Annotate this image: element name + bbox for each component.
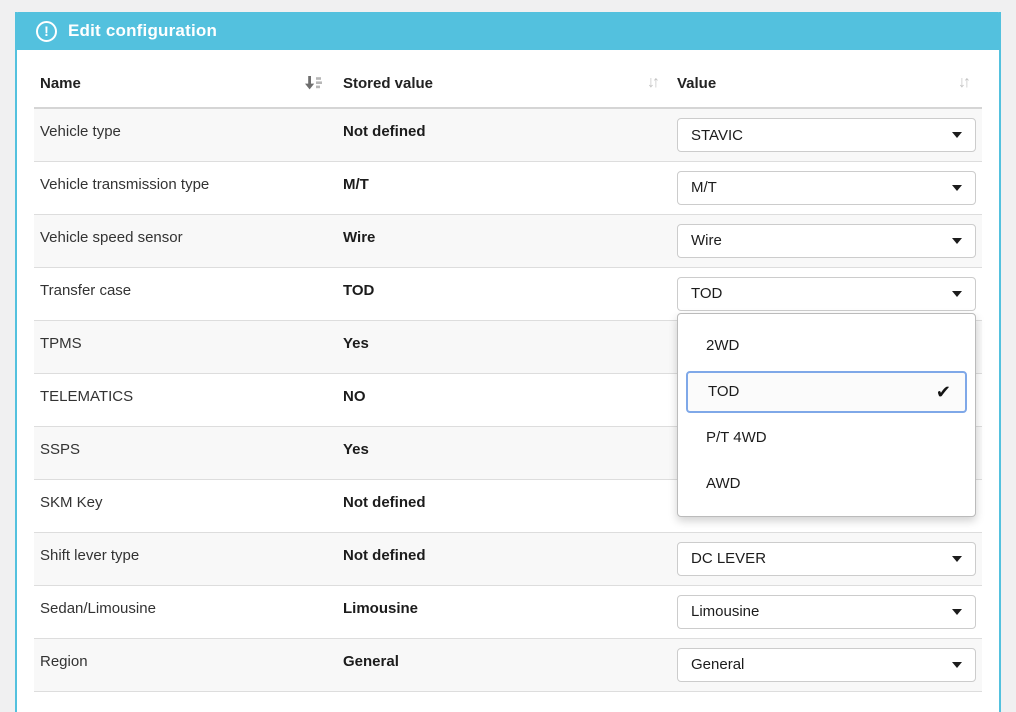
dropdown-option-label: AWD bbox=[706, 475, 740, 492]
row-name: Vehicle type bbox=[34, 108, 337, 161]
row-stored-value: Not defined bbox=[337, 108, 671, 161]
dropdown-option[interactable]: TOD ✔ bbox=[686, 371, 967, 413]
table-row: Region General General bbox=[34, 638, 982, 691]
row-value-cell: STAVIC bbox=[671, 108, 982, 161]
table-row: Sedan/Limousine Limousine Limousine bbox=[34, 585, 982, 638]
chevron-down-icon bbox=[952, 662, 962, 668]
column-label: Name bbox=[40, 75, 81, 92]
value-select[interactable]: STAVIC bbox=[677, 118, 976, 152]
row-stored-value: TOD bbox=[337, 267, 671, 320]
dropdown-option-label: P/T 4WD bbox=[706, 429, 767, 446]
panel-titlebar: ! Edit configuration bbox=[15, 12, 1001, 50]
row-stored-value: Wire bbox=[337, 214, 671, 267]
value-select-label: TOD bbox=[691, 285, 722, 302]
column-header-name[interactable]: Name bbox=[34, 50, 337, 108]
page-title: Edit configuration bbox=[68, 21, 217, 41]
table-row: Vehicle speed sensor Wire Wire bbox=[34, 214, 982, 267]
edit-configuration-panel: ! Edit configuration Name bbox=[15, 12, 1001, 712]
dropdown-option[interactable]: P/T 4WD bbox=[678, 415, 975, 461]
row-name: SKM Key bbox=[34, 479, 337, 532]
table-container: Name Sto bbox=[17, 50, 999, 692]
row-stored-value: Yes bbox=[337, 320, 671, 373]
column-header-value[interactable]: Value ↓↑ bbox=[671, 50, 982, 108]
chevron-down-icon bbox=[952, 132, 962, 138]
sort-unsorted-icon: ↓↑ bbox=[647, 74, 657, 92]
config-table-body: Vehicle type Not defined STAVIC Vehicle … bbox=[34, 108, 982, 691]
row-value-cell: Wire bbox=[671, 214, 982, 267]
dropdown-option[interactable]: 2WD bbox=[678, 323, 975, 369]
row-value-cell: General bbox=[671, 638, 982, 691]
exclamation-circle-icon: ! bbox=[36, 21, 57, 42]
row-name: Vehicle transmission type bbox=[34, 161, 337, 214]
row-name: Shift lever type bbox=[34, 532, 337, 585]
row-stored-value: Limousine bbox=[337, 585, 671, 638]
chevron-down-icon bbox=[952, 238, 962, 244]
row-name: Transfer case bbox=[34, 267, 337, 320]
configuration-table: Name Sto bbox=[34, 50, 982, 692]
chevron-down-icon bbox=[952, 556, 962, 562]
dropdown-option[interactable]: AWD bbox=[678, 461, 975, 507]
value-select[interactable]: General bbox=[677, 648, 976, 682]
chevron-down-icon bbox=[952, 291, 962, 297]
row-name: Region bbox=[34, 638, 337, 691]
dropdown-option-label: 2WD bbox=[706, 337, 739, 354]
row-value-cell: Limousine bbox=[671, 585, 982, 638]
value-select[interactable]: DC LEVER bbox=[677, 542, 976, 576]
row-value-cell: DC LEVER bbox=[671, 532, 982, 585]
row-name: Vehicle speed sensor bbox=[34, 214, 337, 267]
value-select-label: Limousine bbox=[691, 603, 759, 620]
value-select-label: M/T bbox=[691, 179, 717, 196]
row-value-cell: TOD 2WDTOD✔P/T 4WDAWD bbox=[671, 267, 982, 320]
row-stored-value: Not defined bbox=[337, 532, 671, 585]
row-stored-value: NO bbox=[337, 373, 671, 426]
value-select[interactable]: Wire bbox=[677, 224, 976, 258]
column-header-stored-value[interactable]: Stored value ↓↑ bbox=[337, 50, 671, 108]
value-select-label: DC LEVER bbox=[691, 550, 766, 567]
column-label: Stored value bbox=[343, 75, 433, 92]
dropdown-option-label: TOD bbox=[708, 383, 739, 400]
table-row: Vehicle transmission type M/T M/T bbox=[34, 161, 982, 214]
value-select[interactable]: Limousine bbox=[677, 595, 976, 629]
value-select-label: STAVIC bbox=[691, 127, 743, 144]
dropdown-menu: 2WD TOD ✔ P/T 4WD AWD bbox=[677, 313, 976, 517]
row-name: SSPS bbox=[34, 426, 337, 479]
chevron-down-icon bbox=[952, 609, 962, 615]
row-stored-value: Yes bbox=[337, 426, 671, 479]
value-select-label: Wire bbox=[691, 232, 722, 249]
value-select[interactable]: M/T bbox=[677, 171, 976, 205]
sort-descending-icon bbox=[304, 75, 323, 91]
value-select[interactable]: TOD bbox=[677, 277, 976, 311]
table-row: Vehicle type Not defined STAVIC bbox=[34, 108, 982, 161]
table-row: Shift lever type Not defined DC LEVER bbox=[34, 532, 982, 585]
chevron-down-icon bbox=[952, 185, 962, 191]
row-name: Sedan/Limousine bbox=[34, 585, 337, 638]
row-stored-value: Not defined bbox=[337, 479, 671, 532]
table-row: Transfer case TOD TOD 2WDTOD✔P/T 4WDAWD bbox=[34, 267, 982, 320]
column-label: Value bbox=[677, 75, 716, 92]
value-select-label: General bbox=[691, 656, 744, 673]
row-stored-value: M/T bbox=[337, 161, 671, 214]
row-value-cell: M/T bbox=[671, 161, 982, 214]
row-name: TELEMATICS bbox=[34, 373, 337, 426]
check-icon: ✔ bbox=[936, 383, 951, 401]
row-stored-value: General bbox=[337, 638, 671, 691]
sort-unsorted-icon: ↓↑ bbox=[958, 74, 968, 92]
row-name: TPMS bbox=[34, 320, 337, 373]
